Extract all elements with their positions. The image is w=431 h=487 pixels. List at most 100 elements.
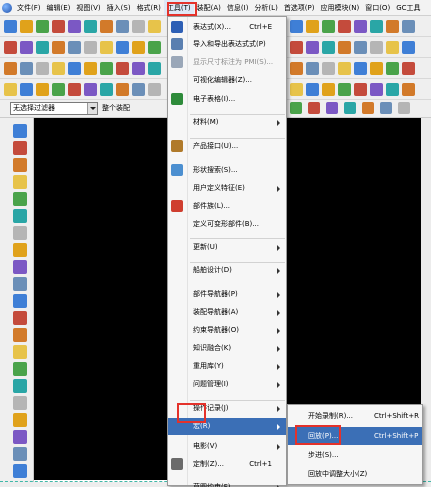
tools-menu-item[interactable]: 显示尺寸标注为 PMI(S)... — [168, 54, 286, 71]
assembly-scope-dropdown[interactable]: 整个装配 — [100, 102, 170, 115]
toolbar-tool-icon[interactable] — [370, 83, 383, 96]
toolbar-tool-icon[interactable] — [116, 20, 129, 33]
resource-bar-icon[interactable] — [13, 447, 27, 461]
selection-tool-icon[interactable] — [344, 102, 356, 114]
macro-menu-item[interactable]: 回放中调整大小(Z) — [288, 465, 422, 483]
resource-bar-icon[interactable] — [13, 294, 27, 308]
selection-tool-icon[interactable] — [398, 102, 410, 114]
menu-file[interactable]: 文件(F) — [14, 0, 44, 15]
toolbar-tool-icon[interactable] — [338, 20, 351, 33]
toolbar-tool-icon[interactable] — [306, 83, 319, 96]
toolbar-tool-icon[interactable] — [370, 62, 383, 75]
toolbar-tool-icon[interactable] — [322, 20, 335, 33]
resource-bar-icon[interactable] — [13, 175, 27, 189]
chevron-down-icon[interactable] — [87, 103, 97, 114]
toolbar-tool-icon[interactable] — [36, 62, 49, 75]
toolbar-tool-icon[interactable] — [370, 20, 383, 33]
resource-bar-icon[interactable] — [13, 311, 27, 325]
resource-bar-icon[interactable] — [13, 192, 27, 206]
resource-bar-icon[interactable] — [13, 243, 27, 257]
toolbar-tool-icon[interactable] — [100, 62, 113, 75]
toolbar-tool-icon[interactable] — [84, 20, 97, 33]
toolbar-tool-icon[interactable] — [148, 41, 161, 54]
toolbar-tool-icon[interactable] — [84, 62, 97, 75]
tools-menu-item[interactable]: 形状搜索(S)... — [168, 162, 286, 179]
selection-tool-icon[interactable] — [362, 102, 374, 114]
toolbar-tool-icon[interactable] — [322, 41, 335, 54]
toolbar-tool-icon[interactable] — [4, 20, 17, 33]
tools-menu-item[interactable]: 产品接口(U)... — [168, 138, 286, 155]
toolbar-tool-icon[interactable] — [52, 20, 65, 33]
toolbar-tool-icon[interactable] — [386, 83, 399, 96]
toolbar-tool-icon[interactable] — [68, 83, 81, 96]
toolbar-tool-icon[interactable] — [322, 83, 335, 96]
tools-menu-item[interactable]: 更新(U) — [168, 239, 286, 256]
resource-bar-icon[interactable] — [13, 362, 27, 376]
toolbar-tool-icon[interactable] — [386, 41, 399, 54]
toolbar-tool-icon[interactable] — [306, 41, 319, 54]
toolbar-tool-icon[interactable] — [322, 62, 335, 75]
toolbar-tool-icon[interactable] — [290, 20, 303, 33]
menu-insert[interactable]: 插入(S) — [104, 0, 134, 15]
toolbar-tool-icon[interactable] — [100, 83, 113, 96]
toolbar-tool-icon[interactable] — [4, 83, 17, 96]
tools-menu-item[interactable]: 电子表格(I)... — [168, 91, 286, 108]
toolbar-tool-icon[interactable] — [52, 41, 65, 54]
toolbar-tool-icon[interactable] — [68, 62, 81, 75]
resource-bar-icon[interactable] — [13, 124, 27, 138]
selection-filter-dropdown[interactable]: 无选择过滤器 — [10, 102, 98, 115]
menu-application[interactable]: 应用模块(N) — [318, 0, 363, 15]
toolbar-tool-icon[interactable] — [290, 41, 303, 54]
toolbar-tool-icon[interactable] — [402, 83, 415, 96]
resource-bar-icon[interactable] — [13, 277, 27, 291]
toolbar-tool-icon[interactable] — [52, 62, 65, 75]
selection-tool-icon[interactable] — [308, 102, 320, 114]
toolbar-tool-icon[interactable] — [116, 62, 129, 75]
toolbar-tool-icon[interactable] — [354, 20, 367, 33]
macro-menu-item[interactable]: 步进(S)... — [288, 446, 422, 464]
tools-menu-item[interactable]: 草图约束(F) — [168, 479, 286, 487]
toolbar-tool-icon[interactable] — [290, 62, 303, 75]
tools-menu-item[interactable]: 装配导航器(A) — [168, 304, 286, 321]
tools-menu-item[interactable]: 定义可变形部件(B)... — [168, 216, 286, 233]
toolbar-tool-icon[interactable] — [354, 83, 367, 96]
toolbar-tool-icon[interactable] — [4, 62, 17, 75]
toolbar-tool-icon[interactable] — [148, 83, 161, 96]
resource-bar-icon[interactable] — [13, 328, 27, 342]
toolbar-tool-icon[interactable] — [148, 62, 161, 75]
resource-bar-icon[interactable] — [13, 396, 27, 410]
toolbar-tool-icon[interactable] — [402, 20, 415, 33]
toolbar-tool-icon[interactable] — [36, 20, 49, 33]
tools-menu-item[interactable]: 约束导航器(O) — [168, 322, 286, 339]
menu-window[interactable]: 窗口(O) — [362, 0, 393, 15]
toolbar-tool-icon[interactable] — [338, 62, 351, 75]
resource-bar-icon[interactable] — [13, 413, 27, 427]
resource-bar-icon[interactable] — [13, 464, 27, 478]
tools-menu-item[interactable]: 材料(M) — [168, 114, 286, 131]
toolbar-tool-icon[interactable] — [370, 41, 383, 54]
toolbar-tool-icon[interactable] — [354, 41, 367, 54]
menu-preferences[interactable]: 首选项(P) — [281, 0, 318, 15]
toolbar-tool-icon[interactable] — [338, 83, 351, 96]
toolbar-tool-icon[interactable] — [116, 83, 129, 96]
tools-menu-item[interactable]: 部件导航器(P) — [168, 286, 286, 303]
tools-menu-item[interactable]: 导入和导出表达式式(P) — [168, 36, 286, 53]
selection-tool-icon[interactable] — [380, 102, 392, 114]
menu-assembly[interactable]: 装配(A) — [194, 0, 224, 15]
macro-menu-item[interactable]: 开始录制(R)... Ctrl+Shift+R — [288, 407, 422, 425]
toolbar-tool-icon[interactable] — [354, 62, 367, 75]
menu-edit[interactable]: 编辑(E) — [44, 0, 74, 15]
toolbar-tool-icon[interactable] — [100, 20, 113, 33]
tools-menu-item[interactable]: 电影(V) — [168, 438, 286, 455]
toolbar-tool-icon[interactable] — [290, 83, 303, 96]
toolbar-tool-icon[interactable] — [20, 83, 33, 96]
menu-gc-tools[interactable]: GC工具 — [393, 0, 423, 15]
tools-menu-item[interactable]: 表达式(X)... Ctrl+E — [168, 19, 286, 36]
toolbar-tool-icon[interactable] — [68, 20, 81, 33]
toolbar-tool-icon[interactable] — [52, 83, 65, 96]
toolbar-tool-icon[interactable] — [386, 62, 399, 75]
tools-menu-item[interactable]: 可视化编辑器(Z)... — [168, 72, 286, 89]
toolbar-tool-icon[interactable] — [132, 41, 145, 54]
resource-bar-icon[interactable] — [13, 430, 27, 444]
toolbar-tool-icon[interactable] — [20, 41, 33, 54]
